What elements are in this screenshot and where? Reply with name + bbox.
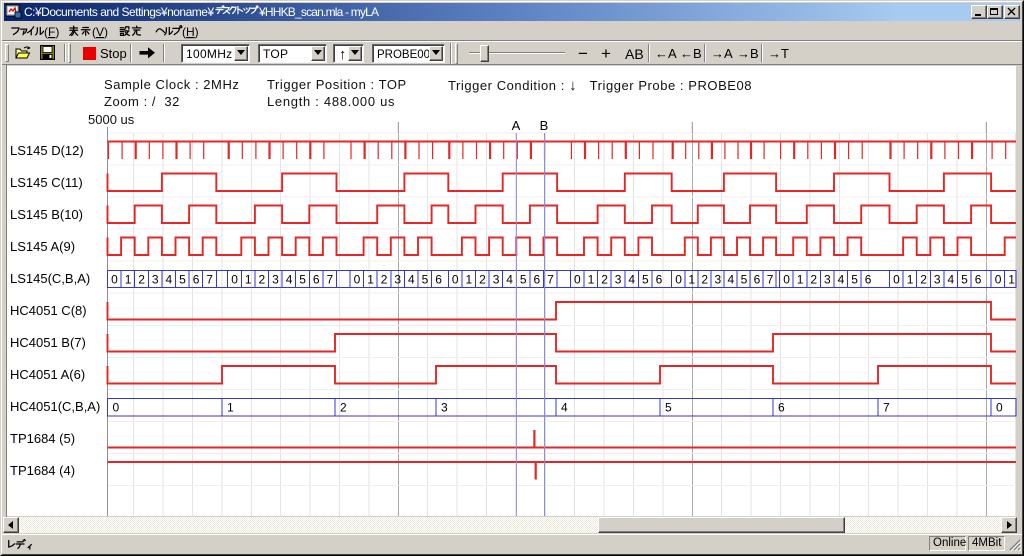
- svg-text:0: 0: [113, 401, 120, 415]
- svg-text:0: 0: [893, 272, 900, 286]
- svg-text:4: 4: [286, 272, 293, 286]
- svg-text:4: 4: [506, 272, 513, 286]
- svg-text:7: 7: [547, 272, 554, 286]
- svg-text:7: 7: [327, 272, 334, 286]
- svg-text:1: 1: [1008, 272, 1015, 286]
- svg-text:3: 3: [152, 272, 159, 286]
- svg-text:4: 4: [408, 272, 415, 286]
- svg-text:2: 2: [601, 272, 608, 286]
- svg-text:5: 5: [299, 272, 306, 286]
- svg-text:4: 4: [561, 401, 568, 415]
- svg-text:7: 7: [206, 272, 213, 286]
- svg-text:A: A: [512, 118, 521, 133]
- svg-text:0: 0: [783, 272, 790, 286]
- svg-text:6: 6: [435, 272, 442, 286]
- svg-text:B: B: [540, 118, 549, 133]
- svg-text:4: 4: [838, 272, 845, 286]
- svg-text:0: 0: [452, 272, 459, 286]
- svg-text:1: 1: [245, 272, 252, 286]
- svg-text:3: 3: [934, 272, 941, 286]
- svg-text:2: 2: [920, 272, 927, 286]
- svg-text:7: 7: [767, 272, 774, 286]
- svg-text:3: 3: [715, 272, 722, 286]
- svg-text:5: 5: [520, 272, 527, 286]
- svg-text:3: 3: [272, 272, 279, 286]
- svg-text:0: 0: [231, 272, 238, 286]
- svg-text:4: 4: [166, 272, 173, 286]
- svg-text:6: 6: [193, 272, 200, 286]
- svg-text:5: 5: [961, 272, 968, 286]
- svg-text:6: 6: [313, 272, 320, 286]
- svg-text:0: 0: [675, 272, 682, 286]
- svg-text:1: 1: [367, 272, 374, 286]
- svg-text:2: 2: [479, 272, 486, 286]
- svg-text:3: 3: [615, 272, 622, 286]
- svg-text:6: 6: [754, 272, 761, 286]
- svg-text:5: 5: [642, 272, 649, 286]
- svg-text:2: 2: [138, 272, 145, 286]
- svg-text:4: 4: [948, 272, 955, 286]
- svg-text:1: 1: [797, 272, 804, 286]
- svg-text:4: 4: [628, 272, 635, 286]
- svg-text:1: 1: [688, 272, 695, 286]
- svg-text:1: 1: [466, 272, 473, 286]
- svg-text:3: 3: [824, 272, 831, 286]
- svg-text:1: 1: [907, 272, 914, 286]
- svg-text:1: 1: [588, 272, 595, 286]
- svg-text:2: 2: [381, 272, 388, 286]
- svg-text:2: 2: [340, 401, 347, 415]
- svg-text:2: 2: [259, 272, 266, 286]
- svg-text:3: 3: [394, 272, 401, 286]
- svg-text:6: 6: [778, 401, 785, 415]
- svg-text:5: 5: [851, 272, 858, 286]
- svg-text:6: 6: [865, 272, 872, 286]
- svg-text:3: 3: [493, 272, 500, 286]
- svg-text:0: 0: [995, 272, 1002, 286]
- svg-text:0: 0: [354, 272, 361, 286]
- svg-text:0: 0: [996, 401, 1003, 415]
- svg-text:4: 4: [728, 272, 735, 286]
- svg-text:0: 0: [574, 272, 581, 286]
- svg-text:2: 2: [810, 272, 817, 286]
- svg-text:6: 6: [656, 272, 663, 286]
- svg-text:5: 5: [179, 272, 186, 286]
- svg-text:1: 1: [227, 401, 234, 415]
- svg-text:6: 6: [975, 272, 982, 286]
- svg-text:5: 5: [422, 272, 429, 286]
- svg-text:5: 5: [665, 401, 672, 415]
- svg-text:5: 5: [741, 272, 748, 286]
- svg-text:2: 2: [701, 272, 708, 286]
- svg-text:1: 1: [125, 272, 132, 286]
- svg-text:0: 0: [111, 272, 118, 286]
- svg-text:6: 6: [534, 272, 541, 286]
- svg-text:7: 7: [883, 401, 890, 415]
- svg-text:3: 3: [441, 401, 448, 415]
